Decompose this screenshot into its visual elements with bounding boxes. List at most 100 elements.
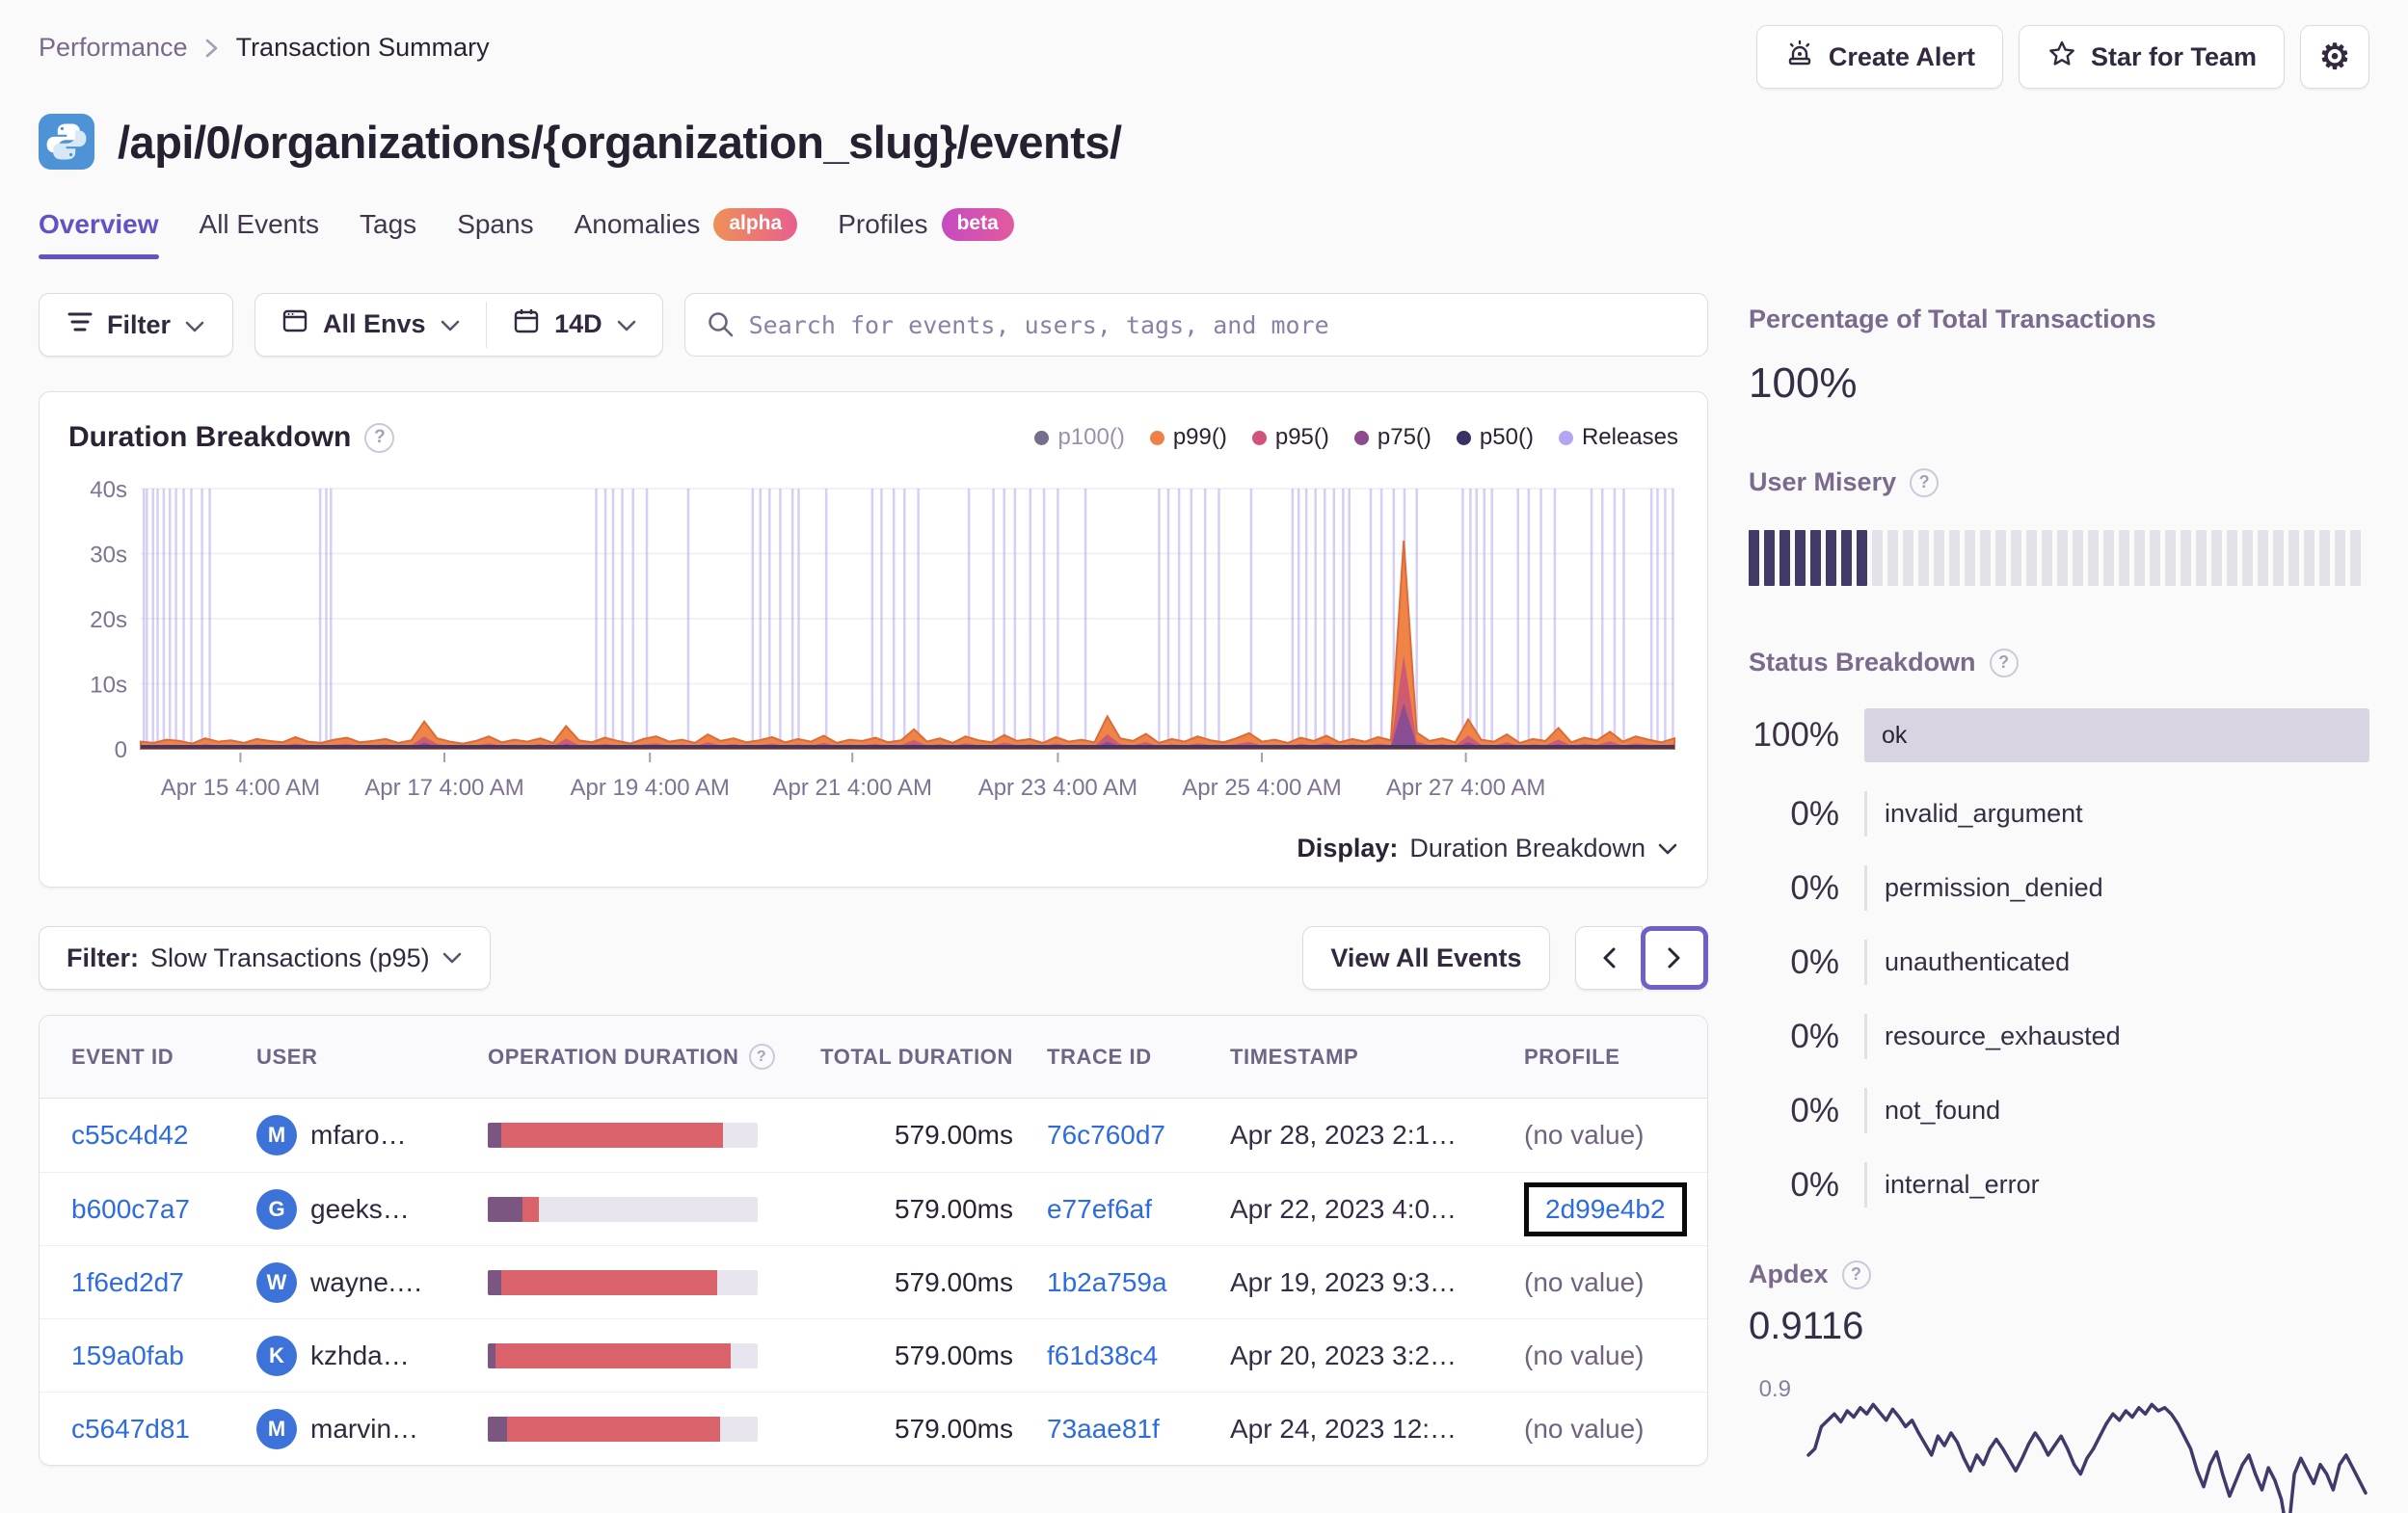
header-actions: Create Alert Star for Team ⚙ [1755,25,2369,89]
create-alert-button[interactable]: Create Alert [1755,25,2003,89]
status-percentage: 0% [1790,1165,1839,1204]
environment-selector[interactable]: All Envs [255,294,486,355]
settings-button[interactable]: ⚙ [2300,25,2369,89]
profile-cell: (no value) [1524,1414,1675,1445]
table-row[interactable]: 159a0fab Kkzhda… 579.00ms f61d38c4 Apr 20, 2… [40,1318,1707,1392]
table-row[interactable]: c55c4d42 Mmfaro… 579.00ms 76c760d7 Apr 28, 2… [40,1099,1707,1172]
legend-label: p75() [1377,424,1431,450]
tab-overview[interactable]: Overview [39,209,159,259]
legend-item-p100[interactable]: p100() [1034,424,1125,451]
filter-label: Filter: [67,942,140,972]
svg-text:Apr 15 4:00 AM: Apr 15 4:00 AM [161,775,320,801]
breadcrumb-performance[interactable]: Performance [39,33,188,63]
profile-link[interactable]: 2d99e4b2 [1545,1194,1666,1224]
status-label: unauthenticated [1864,940,2070,985]
status-percentage: 0% [1790,794,1839,833]
misery-tick [2304,530,2314,586]
timestamp-cell: Apr 22, 2023 4:0… [1230,1193,1458,1224]
legend-item-p75[interactable]: p75() [1353,424,1431,451]
status-percentage: 100% [1752,716,1839,754]
column-user: USER [256,1044,318,1069]
misery-tick [1764,530,1775,586]
annotation-box: 2d99e4b2 [1524,1181,1687,1236]
view-all-events-button[interactable]: View All Events [1302,926,1550,990]
filter-button[interactable]: Filter [39,293,234,357]
misery-tick [1995,530,2006,586]
misery-tick [1934,530,1944,586]
user-cell: Kkzhda… [256,1335,488,1376]
event-id-cell: c55c4d42 [71,1120,256,1151]
trace-id-link[interactable]: 73aae81f [1047,1414,1160,1444]
status-label: resource_exhausted [1864,1014,2121,1059]
calendar-icon [512,306,541,342]
pagination [1574,926,1708,990]
next-page-button[interactable] [1641,926,1708,990]
timestamp-cell: Apr 28, 2023 2:1… [1230,1120,1458,1150]
operation-duration-bar [488,1269,758,1295]
trace-id-cell: 73aae81f [1047,1414,1230,1445]
event-id-link[interactable]: c55c4d42 [71,1120,188,1150]
search-input[interactable] [683,293,1708,357]
pct-total-transactions-title: Percentage of Total Transactions [1749,305,2156,333]
duration-segment-http [488,1269,501,1295]
tab-profiles[interactable]: Profiles beta [838,208,1014,260]
tab-spans[interactable]: Spans [457,209,533,259]
event-id-link[interactable]: 159a0fab [71,1340,184,1370]
table-row[interactable]: c5647d81 Mmarvin… 579.00ms 73aae81f Apr 24, … [40,1392,1707,1465]
date-range-selector[interactable]: 14D [487,294,662,355]
tab-all-events[interactable]: All Events [200,209,320,259]
chevron-down-icon [616,309,637,339]
help-icon[interactable]: ? [1841,1260,1871,1289]
event-id-link[interactable]: 1f6ed2d7 [71,1267,184,1297]
trace-id-link[interactable]: 1b2a759a [1047,1267,1167,1297]
apdex-trend-chart: 0.90.8 [1759,1376,2368,1513]
alpha-badge: alpha [713,208,798,241]
legend-item-p99[interactable]: p99() [1149,424,1227,451]
legend-item-Releases[interactable]: Releases [1558,424,1678,451]
python-icon [39,114,94,170]
help-icon[interactable]: ? [748,1044,775,1070]
misery-tick [2073,530,2083,586]
legend-label: p50() [1479,424,1534,450]
misery-tick [1949,530,1960,586]
trace-id-link[interactable]: f61d38c4 [1047,1340,1158,1370]
display-selector[interactable]: Duration Breakdown [1409,834,1678,863]
column-timestamp: TIMESTAMP [1230,1044,1359,1069]
environment-label: All Envs [323,309,426,338]
trace-id-link[interactable]: e77ef6af [1047,1194,1152,1224]
status-percentage: 0% [1790,1017,1839,1055]
table-row[interactable]: 1f6ed2d7 Wwayne.… 579.00ms 1b2a759a Apr 19, … [40,1245,1707,1318]
legend-item-p95[interactable]: p95() [1251,424,1329,451]
help-icon[interactable]: ? [364,422,395,453]
svg-text:0.9: 0.9 [1759,1376,1791,1402]
duration-segment-db [501,1123,723,1148]
event-id-link[interactable]: c5647d81 [71,1414,190,1444]
slow-transactions-filter[interactable]: Filter: Slow Transactions (p95) [39,926,491,990]
status-row: 0% permission_denied [1749,865,2369,911]
trace-id-link[interactable]: 76c760d7 [1047,1120,1165,1150]
pct-total-transactions-value: 100% [1749,359,1858,407]
filter-lines-icon [67,310,94,340]
user-cell: Mmarvin… [256,1408,488,1449]
duration-segment-http [488,1342,496,1368]
previous-page-button[interactable] [1574,926,1643,990]
status-breakdown-title: Status Breakdown? [1749,648,2369,677]
help-icon[interactable]: ? [1910,467,1940,497]
breadcrumb: Performance Transaction Summary [39,33,490,63]
profile-cell: 2d99e4b2 [1524,1181,1687,1236]
legend-dot-icon [1353,430,1369,445]
help-icon[interactable]: ? [1989,648,2019,677]
tab-anomalies[interactable]: Anomalies alpha [575,208,798,260]
operation-duration-bar [488,1196,758,1222]
event-id-link[interactable]: b600c7a7 [71,1194,190,1224]
status-percentage: 0% [1790,1091,1839,1129]
event-id-cell: c5647d81 [71,1414,256,1445]
table-row[interactable]: b600c7a7 Ggeeks… 579.00ms e77ef6af Apr 22, 2… [40,1172,1707,1245]
profile-cell: (no value) [1524,1267,1675,1298]
tab-tags[interactable]: Tags [360,209,416,259]
legend-dot-icon [1456,430,1471,445]
operation-duration-cell [488,1123,777,1148]
operation-duration-cell [488,1342,777,1368]
legend-item-p50[interactable]: p50() [1456,424,1534,451]
star-for-team-button[interactable]: Star for Team [2018,25,2285,89]
